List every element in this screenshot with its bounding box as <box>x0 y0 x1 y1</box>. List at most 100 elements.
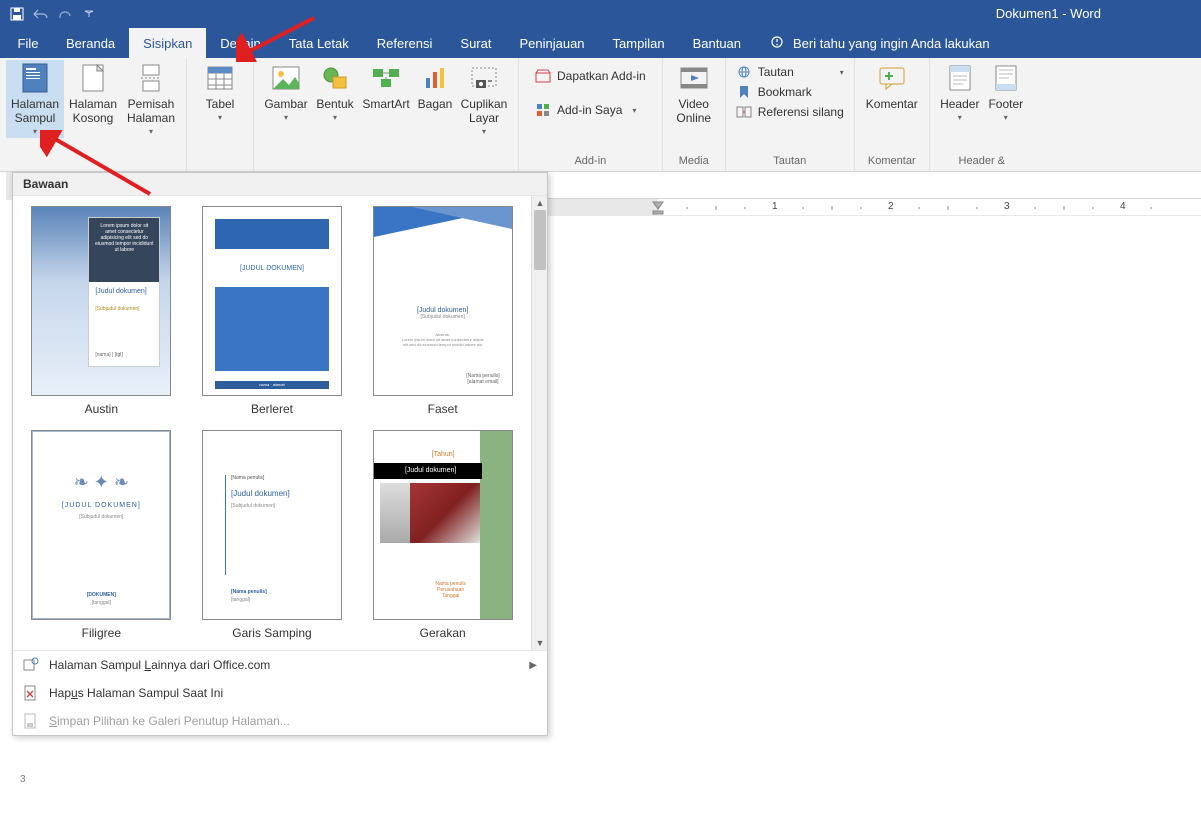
get-addins-button[interactable]: Dapatkan Add-in <box>531 68 650 84</box>
cover-template-filigree[interactable]: ❧ ✦ ❧ [JUDUL DOKUMEN] [Subjudul dokumen]… <box>27 430 176 640</box>
ribbon-group-headerfooter: Header ▾ Footer ▾ Header & <box>930 58 1034 171</box>
caret-down-icon: ▾ <box>840 68 844 77</box>
blank-page-button[interactable]: Halaman Kosong <box>64 60 122 128</box>
shapes-button[interactable]: Bentuk ▾ <box>312 60 358 124</box>
picture-button[interactable]: Gambar ▾ <box>260 60 312 124</box>
scroll-up-icon[interactable]: ▲ <box>532 196 548 210</box>
caret-down-icon: ▾ <box>958 113 962 122</box>
video-label: Video Online <box>669 98 719 126</box>
tab-file[interactable]: File <box>4 28 52 58</box>
crossref-icon <box>736 104 752 120</box>
cover-page-button[interactable]: Halaman Sampul ▾ <box>6 60 64 138</box>
crossref-label: Referensi silang <box>758 105 844 119</box>
template-caption: Faset <box>368 402 517 416</box>
annotation-arrow <box>236 14 316 62</box>
tab-references[interactable]: Referensi <box>363 28 447 58</box>
scrollbar-thumb[interactable] <box>534 210 546 270</box>
my-addins-label: Add-in Saya <box>557 103 622 117</box>
picture-icon <box>270 62 302 94</box>
screenshot-icon <box>468 62 500 94</box>
footer-icon <box>990 62 1022 94</box>
table-button[interactable]: Tabel ▾ <box>193 60 247 124</box>
blank-page-label: Halaman Kosong <box>64 98 122 126</box>
template-caption: Filigree <box>27 626 176 640</box>
chart-button[interactable]: Bagan <box>414 60 456 114</box>
bookmark-button[interactable]: Bookmark <box>732 84 848 100</box>
caret-down-icon: ▾ <box>333 113 337 122</box>
caret-down-icon: ▾ <box>33 127 37 136</box>
page-break-label: Pemisah Halaman <box>122 98 180 126</box>
bookmark-label: Bookmark <box>758 85 812 99</box>
comment-button[interactable]: Komentar <box>861 60 923 114</box>
ribbon-group-illustrations: Gambar ▾ Bentuk ▾ SmartArt Baga <box>254 58 519 171</box>
smartart-label: SmartArt <box>362 98 409 112</box>
hyperlink-button[interactable]: Tautan ▾ <box>732 64 848 80</box>
more-cover-pages-item[interactable]: Halaman Sampul Lainnya dari Office.com ▶ <box>13 651 547 679</box>
scroll-down-icon[interactable]: ▼ <box>532 636 548 650</box>
cover-page-gallery: Bawaan Lorem ipsum dolor sit amet consec… <box>12 172 548 736</box>
get-addins-label: Dapatkan Add-in <box>557 69 646 83</box>
save-gallery-icon <box>23 713 39 729</box>
horizontal-ruler[interactable]: 1 2 3 4 <box>548 198 1201 216</box>
ribbon-group-tables: Tabel ▾ <box>187 58 254 171</box>
smartart-icon <box>370 62 402 94</box>
title-bar: Dokumen1 - Word <box>0 0 1201 28</box>
chart-icon <box>419 62 451 94</box>
addins-group-label: Add-in <box>525 155 656 169</box>
cover-template-austin[interactable]: Lorem ipsum dolor sit amet consectetur a… <box>27 206 176 416</box>
cover-template-faset[interactable]: [Judul dokumen] [Subjudul dokumen] Abstr… <box>368 206 517 416</box>
caret-down-icon: ▾ <box>218 113 222 122</box>
blank-page-icon <box>77 62 109 94</box>
quick-access-toolbar <box>6 3 100 25</box>
tell-me-search[interactable]: Beri tahu yang ingin Anda lakukan <box>769 28 990 58</box>
remove-cover-icon <box>23 685 39 701</box>
tell-me-label: Beri tahu yang ingin Anda lakukan <box>793 36 990 51</box>
header-button[interactable]: Header ▾ <box>936 60 984 124</box>
ribbon-group-links: Tautan ▾ Bookmark Referensi silang Taut <box>726 58 855 171</box>
tab-home[interactable]: Beranda <box>52 28 129 58</box>
header-label: Header <box>940 98 979 112</box>
addins-icon <box>535 102 551 118</box>
page-break-button[interactable]: Pemisah Halaman ▾ <box>122 60 180 138</box>
cover-template-berleret[interactable]: [JUDUL DOKUMEN] nama · alamat Berleret <box>198 206 347 416</box>
header-icon <box>944 62 976 94</box>
footer-button[interactable]: Footer ▾ <box>984 60 1028 124</box>
crossref-button[interactable]: Referensi silang <box>732 104 848 120</box>
redo-icon[interactable] <box>54 3 76 25</box>
template-caption: Garis Samping <box>198 626 347 640</box>
remove-cover-page-item[interactable]: Hapus Halaman Sampul Saat Ini <box>13 679 547 707</box>
page-break-icon <box>135 62 167 94</box>
tab-review[interactable]: Peninjauan <box>505 28 598 58</box>
annotation-arrow <box>40 130 160 200</box>
table-icon <box>204 62 236 94</box>
footer-label: Footer <box>988 98 1023 112</box>
caret-down-icon: ▾ <box>1004 113 1008 122</box>
my-addins-button[interactable]: Add-in Saya ▾ <box>531 102 650 118</box>
media-group-label: Media <box>669 155 719 169</box>
cover-template-gerakan[interactable]: [Tahun] [Judul dokumen] Nama penulisPeru… <box>368 430 517 640</box>
smartart-button[interactable]: SmartArt <box>358 60 414 114</box>
undo-icon[interactable] <box>30 3 52 25</box>
video-icon <box>678 62 710 94</box>
chart-label: Bagan <box>418 98 453 112</box>
caret-down-icon: ▾ <box>482 127 486 136</box>
picture-label: Gambar <box>264 98 307 112</box>
tab-view[interactable]: Tampilan <box>599 28 679 58</box>
ribbon-group-comments: Komentar Komentar <box>855 58 930 171</box>
caret-down-icon: ▾ <box>632 106 636 115</box>
template-caption: Austin <box>27 402 176 416</box>
screenshot-label: Cuplikan Layar <box>456 98 512 126</box>
tab-mailings[interactable]: Surat <box>446 28 505 58</box>
gallery-scrollbar[interactable]: ▲ ▼ <box>531 196 547 650</box>
office-icon <box>23 657 39 673</box>
template-caption: Gerakan <box>368 626 517 640</box>
online-video-button[interactable]: Video Online <box>669 60 719 128</box>
screenshot-button[interactable]: Cuplikan Layar ▾ <box>456 60 512 138</box>
qat-customize-icon[interactable] <box>78 3 100 25</box>
chevron-right-icon: ▶ <box>529 660 537 671</box>
save-icon[interactable] <box>6 3 28 25</box>
tab-insert[interactable]: Sisipkan <box>129 28 206 58</box>
tab-help[interactable]: Bantuan <box>679 28 755 58</box>
bookmark-icon <box>736 84 752 100</box>
cover-template-garis-samping[interactable]: [Nama penulis] [Judul dokumen] [Subjudul… <box>198 430 347 640</box>
